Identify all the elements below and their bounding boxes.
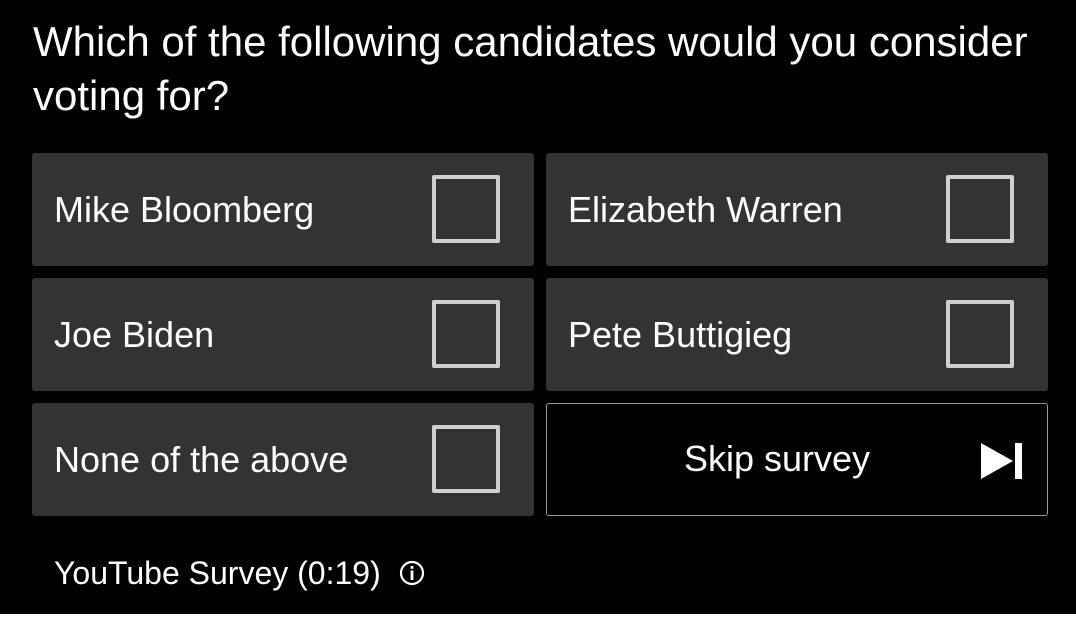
checkbox[interactable]	[432, 175, 500, 243]
option-label: None of the above	[54, 439, 349, 480]
option-elizabeth-warren[interactable]: Elizabeth Warren	[546, 153, 1048, 266]
bottom-edge	[0, 614, 1076, 623]
survey-panel: Which of the following candidates would …	[0, 0, 1076, 614]
checkbox[interactable]	[946, 175, 1014, 243]
skip-survey-button[interactable]: Skip survey	[546, 403, 1048, 516]
survey-footer: YouTube Survey (0:19)	[54, 548, 425, 598]
checkbox[interactable]	[946, 300, 1014, 368]
skip-survey-label: Skip survey	[683, 438, 871, 479]
survey-timer-text: YouTube Survey (0:19)	[54, 554, 381, 591]
info-icon[interactable]	[399, 560, 425, 586]
checkbox[interactable]	[432, 300, 500, 368]
skip-next-icon	[981, 443, 1022, 479]
checkbox[interactable]	[432, 425, 500, 493]
option-none-of-the-above[interactable]: None of the above	[32, 403, 534, 516]
option-label: Elizabeth Warren	[568, 189, 843, 230]
option-joe-biden[interactable]: Joe Biden	[32, 278, 534, 391]
option-pete-buttigieg[interactable]: Pete Buttigieg	[546, 278, 1048, 391]
survey-question: Which of the following candidates would …	[33, 18, 1028, 119]
option-label: Joe Biden	[54, 314, 215, 355]
option-mike-bloomberg[interactable]: Mike Bloomberg	[32, 153, 534, 266]
option-label: Pete Buttigieg	[568, 314, 793, 355]
option-label: Mike Bloomberg	[54, 189, 315, 230]
